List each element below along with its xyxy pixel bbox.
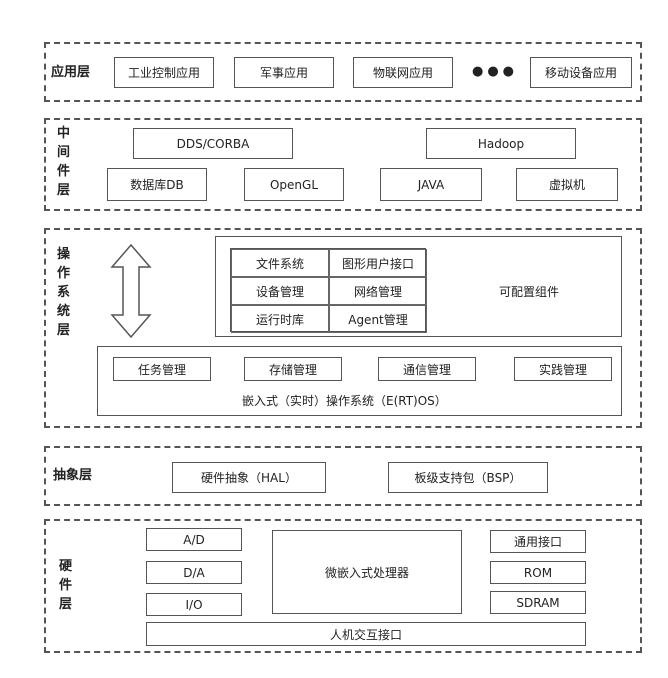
component-runtime-library: 运行时库 (231, 305, 329, 333)
abstraction-layer (44, 446, 642, 506)
hal-box: 硬件抽象（HAL） (172, 462, 326, 493)
component-file-system: 文件系统 (231, 249, 329, 277)
mw-java: JAVA (380, 168, 482, 201)
hw-ad: A/D (146, 528, 242, 551)
hw-processor: 微嵌入式处理器 (272, 530, 462, 614)
app-iot: 物联网应用 (353, 57, 453, 88)
hw-hmi: 人机交互接口 (146, 622, 586, 646)
configurable-components-label: 可配置组件 (499, 285, 560, 299)
kernel-practice-management: 实践管理 (514, 357, 612, 381)
mw-virtual-machine: 虚拟机 (516, 168, 618, 201)
components-grid: 文件系统 图形用户接口 设备管理 网络管理 运行时库 Agent管理 (230, 248, 427, 333)
component-gui: 图形用户接口 (329, 249, 427, 277)
app-military: 军事应用 (234, 57, 334, 88)
abstraction-layer-label: 抽象层 (53, 468, 93, 483)
bsp-box: 板级支持包（BSP） (388, 462, 548, 493)
rtos-label: 嵌入式（实时）操作系统（E(RT)OS） (242, 394, 447, 408)
hw-da: D/A (146, 561, 242, 584)
hw-sdram: SDRAM (490, 591, 586, 614)
app-industrial-control: 工业控制应用 (114, 57, 214, 88)
component-device-management: 设备管理 (231, 277, 329, 305)
hardware-layer-label: 硬 件 层 (59, 559, 73, 612)
kernel-task-management: 任务管理 (113, 357, 211, 381)
application-layer-label: 应用层 (51, 65, 91, 80)
ellipsis-dots: ●●● (472, 64, 519, 79)
double-arrow-icon (110, 243, 152, 339)
hw-io: I/O (146, 593, 242, 616)
mw-hadoop: Hadoop (426, 128, 576, 159)
hw-rom: ROM (490, 561, 586, 584)
hw-general-interface: 通用接口 (490, 530, 586, 553)
component-agent-management: Agent管理 (329, 305, 427, 333)
mw-database: 数据库DB (107, 168, 207, 201)
app-mobile-device: 移动设备应用 (530, 57, 632, 88)
component-network-management: 网络管理 (329, 277, 427, 305)
kernel-communication-management: 通信管理 (378, 357, 476, 381)
kernel-storage-management: 存储管理 (244, 357, 342, 381)
mw-dds-corba: DDS/CORBA (133, 128, 293, 159)
middleware-layer-label: 中 间 件 层 (57, 126, 71, 198)
mw-opengl: OpenGL (244, 168, 344, 201)
os-layer-label: 操 作 系 统 层 (57, 247, 71, 338)
